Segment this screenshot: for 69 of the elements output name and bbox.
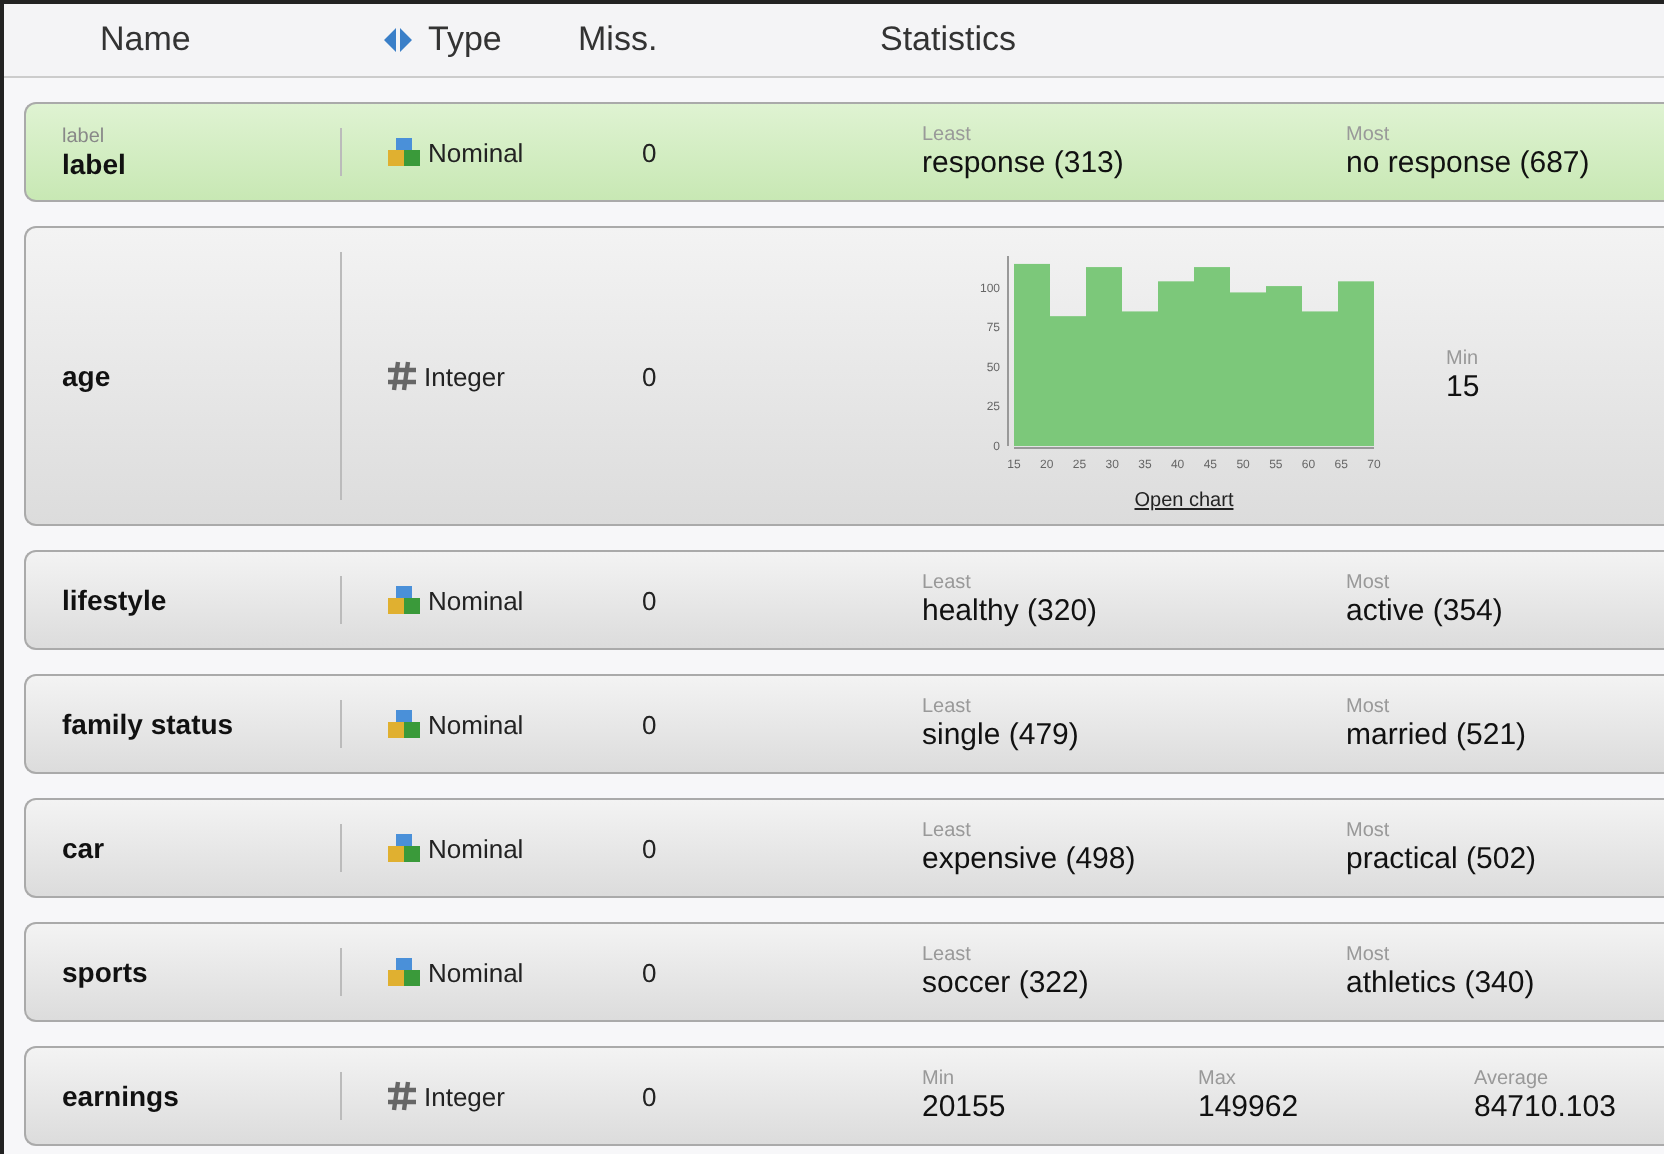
sort-arrows-icon[interactable]	[384, 28, 412, 52]
cubes-icon	[386, 832, 422, 864]
stat-value: 20155	[922, 1090, 1008, 1124]
open-chart-link[interactable]: Open chart	[1134, 490, 1234, 512]
attribute-name: age	[62, 360, 113, 392]
stat-label: Min	[1446, 348, 1481, 370]
attribute-name: sports	[62, 956, 150, 988]
missing-count: 0	[642, 1081, 659, 1111]
stat-label: Most	[1346, 572, 1392, 594]
column-header[interactable]: Type	[428, 20, 502, 60]
stat-label: Least	[922, 572, 973, 594]
hash-icon	[386, 1080, 418, 1112]
cubes-icon	[386, 708, 422, 740]
attribute-row[interactable]: label label Nominal 0 Least response (313) Most no response (687)	[24, 102, 1664, 202]
stat-label: Most	[1346, 820, 1392, 842]
attribute-name: family status	[62, 708, 236, 740]
stat-value: 84710.103	[1474, 1090, 1618, 1124]
attribute-name: earnings	[62, 1080, 181, 1112]
stat-value: soccer (322)	[922, 966, 1091, 1000]
stat-label: Least	[922, 124, 973, 146]
attribute-row[interactable]: lifestyle Nominal 0 Least healthy (320) Most active (354)	[24, 550, 1664, 650]
stat-label: Most	[1346, 124, 1392, 146]
missing-count: 0	[642, 833, 659, 863]
cubes-icon	[386, 584, 422, 616]
stat-value: expensive (498)	[922, 842, 1138, 876]
attribute-type: Nominal	[428, 137, 524, 167]
attribute-type: Integer	[424, 1081, 505, 1111]
stat-value: no response (687)	[1346, 146, 1592, 180]
attribute-name: lifestyle	[62, 584, 169, 616]
attribute-type: Nominal	[428, 709, 524, 739]
attribute-row[interactable]: sports Nominal 0 Least soccer (322) Most athletics (340)	[24, 922, 1664, 1022]
attribute-name: car	[62, 832, 107, 864]
attribute-name: label	[62, 147, 128, 179]
cubes-icon	[386, 956, 422, 988]
stat-value: 15	[1446, 370, 1482, 404]
attribute-type: Nominal	[428, 585, 524, 615]
missing-count: 0	[642, 585, 659, 615]
stat-label: Least	[922, 696, 973, 718]
stat-label: Least	[922, 820, 973, 842]
stat-value: practical (502)	[1346, 842, 1539, 876]
stat-label: Max	[1198, 1068, 1238, 1090]
missing-count: 0	[642, 137, 659, 167]
attribute-type: Integer	[424, 361, 505, 391]
role-label: label	[62, 125, 107, 147]
column-header[interactable]: Statistics	[880, 20, 1480, 60]
stat-label: Most	[1346, 696, 1392, 718]
cubes-icon	[386, 136, 422, 168]
column-header[interactable]: Miss.	[578, 20, 880, 60]
stat-value: healthy (320)	[922, 594, 1100, 628]
stat-value: single (479)	[922, 718, 1081, 752]
missing-count: 0	[642, 361, 659, 391]
stat-value: 149962	[1198, 1090, 1301, 1124]
stat-label: Average	[1474, 1068, 1551, 1090]
stat-value: athletics (340)	[1346, 966, 1537, 1000]
hash-icon	[386, 360, 418, 392]
attribute-type: Nominal	[428, 833, 524, 863]
stat-value: married (521)	[1346, 718, 1529, 752]
stat-label: Most	[1346, 944, 1392, 966]
missing-count: 0	[642, 957, 659, 987]
attribute-type: Nominal	[428, 957, 524, 987]
stat-value: active (354)	[1346, 594, 1505, 628]
missing-count: 0	[642, 709, 659, 739]
attribute-row[interactable]: earnings Integer 0 Min 20155 Max 149962 Average 84710.103	[24, 1046, 1664, 1146]
attribute-row[interactable]: car Nominal 0 Least expensive (498) Most practical (502)	[24, 798, 1664, 898]
stat-label: Least	[922, 944, 973, 966]
stat-label: Min	[922, 1068, 957, 1090]
column-header[interactable]: Name	[4, 20, 384, 60]
stat-value: response (313)	[922, 146, 1126, 180]
attribute-row[interactable]: family status Nominal 0 Least single (479) Most married (521)	[24, 674, 1664, 774]
